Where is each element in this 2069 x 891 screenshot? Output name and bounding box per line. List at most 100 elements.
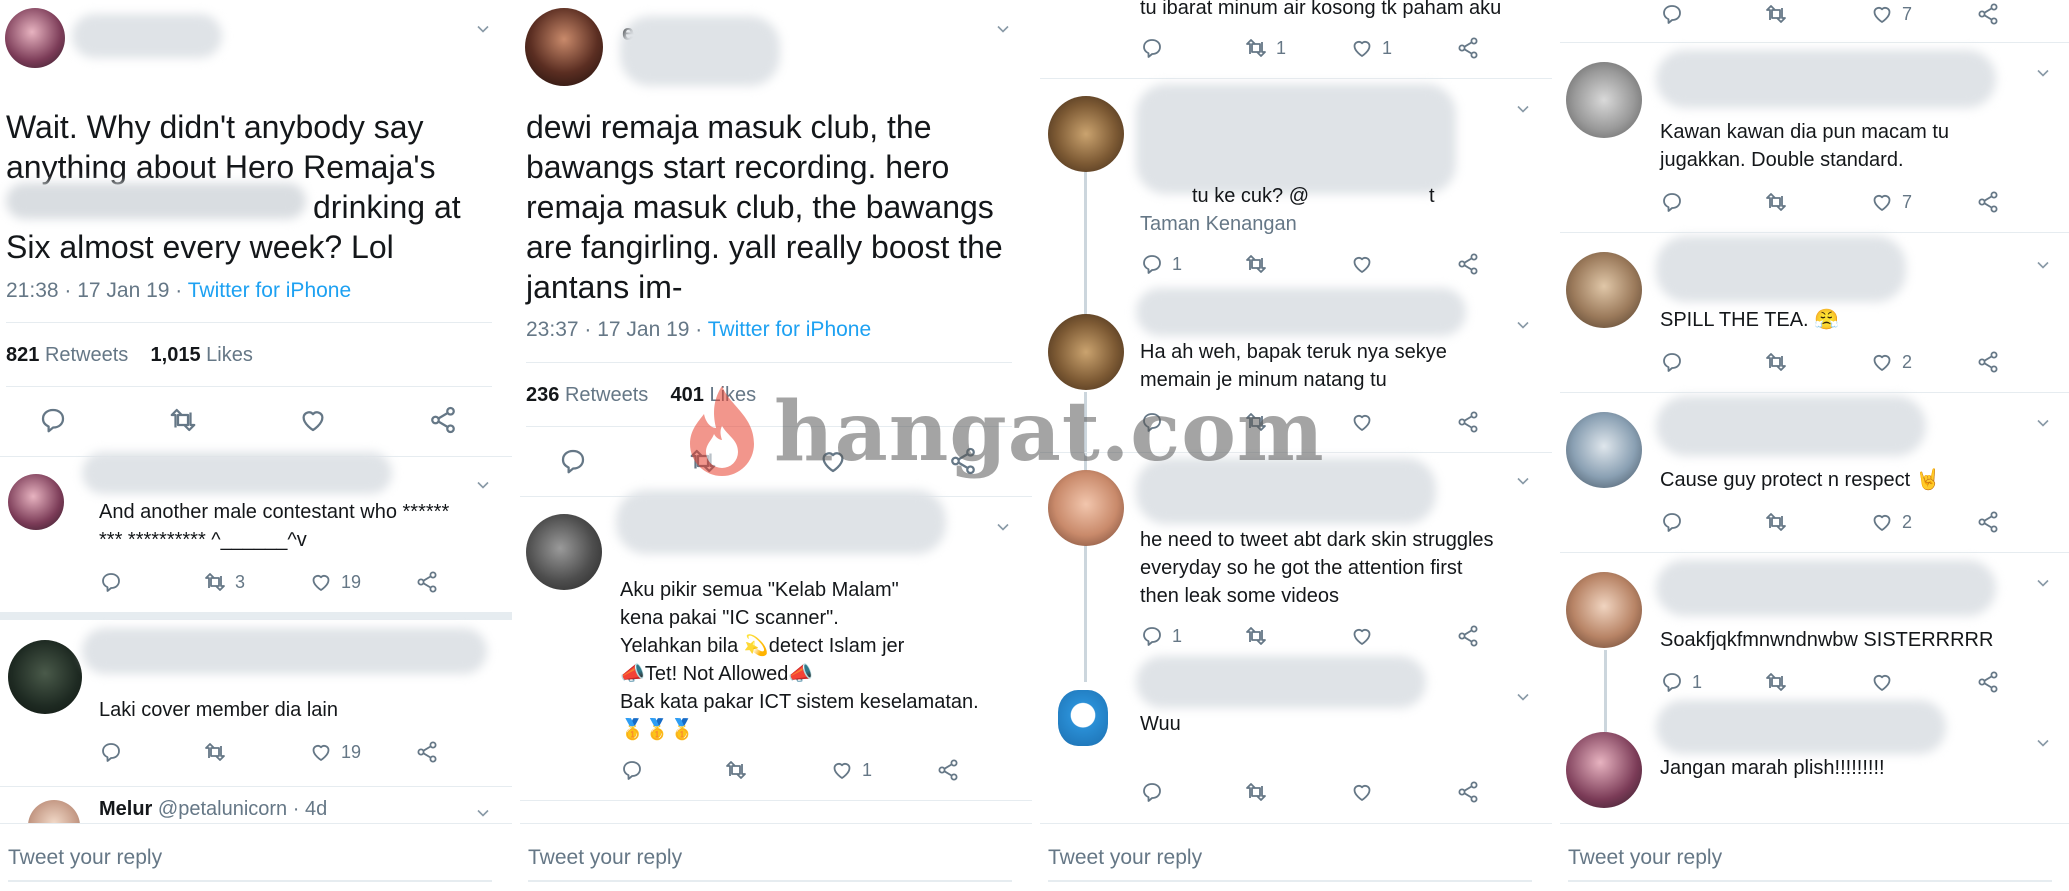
reply-composer[interactable]: Tweet your reply [1040,823,1552,891]
reply-name-blurred [1656,560,1996,616]
reply-button[interactable] [38,405,68,435]
retweet-button[interactable]: 3 [203,570,245,594]
like-button[interactable] [1350,410,1374,434]
chevron-down-icon[interactable] [1516,318,1530,332]
like-button[interactable] [1350,624,1374,648]
like-button[interactable] [1870,670,1894,694]
share-button[interactable] [1976,2,2000,26]
reply-button[interactable] [558,446,588,476]
reply-avatar[interactable] [8,640,82,714]
chevron-down-icon[interactable] [2036,66,2050,80]
share-button[interactable] [1976,670,2000,694]
like-button[interactable] [298,405,328,435]
like-button[interactable]: 19 [309,740,361,764]
retweet-button[interactable] [1244,624,1268,648]
reply-button[interactable] [1140,36,1164,60]
reply-avatar[interactable] [1566,252,1642,328]
reply-button[interactable]: 1 [1660,670,1702,694]
reply-button[interactable] [1660,350,1684,374]
retweet-button[interactable] [1764,190,1788,214]
retweet-button[interactable] [168,405,198,435]
chevron-down-icon[interactable] [476,806,490,820]
share-button[interactable] [1976,510,2000,534]
retweet-button[interactable] [1764,350,1788,374]
retweet-button[interactable] [1244,780,1268,804]
tweet-stats[interactable]: 821 Retweets 1,015 Likes [6,344,253,367]
share-button[interactable] [428,405,458,435]
share-button[interactable] [1456,410,1480,434]
author-avatar[interactable] [5,8,65,68]
share-button[interactable] [936,758,960,782]
reply-avatar[interactable] [1566,572,1642,648]
retweet-button[interactable] [1244,252,1268,276]
reply-composer[interactable]: Tweet your reply [0,823,512,891]
share-button[interactable] [1976,190,2000,214]
reply-button[interactable] [99,570,123,594]
chevron-down-icon[interactable] [2036,258,2050,272]
reply-button[interactable] [1660,510,1684,534]
like-button[interactable] [1350,252,1374,276]
like-button[interactable]: 1 [1350,36,1392,60]
tweet-source-link[interactable]: Twitter for iPhone [188,279,351,302]
like-button[interactable]: 7 [1870,190,1912,214]
retweet-button[interactable] [724,758,748,782]
reply-input-placeholder[interactable]: Tweet your reply [528,846,682,870]
retweet-button[interactable] [1764,510,1788,534]
reply-composer[interactable]: Tweet your reply [1560,823,2069,891]
reply-input-placeholder[interactable]: Tweet your reply [1568,846,1722,870]
reply-input-placeholder[interactable]: Tweet your reply [8,846,162,870]
like-button[interactable]: 1 [830,758,872,782]
chevron-down-icon[interactable] [476,478,490,492]
chevron-down-icon[interactable] [1516,690,1530,704]
reply-avatar[interactable] [1566,412,1642,488]
reply-avatar[interactable] [526,514,602,590]
retweet-button[interactable]: 1 [1244,36,1286,60]
share-icon [1456,624,1480,648]
reply-author[interactable]: Melur @petalunicorn · 4d [99,798,327,821]
retweet-button[interactable] [203,740,227,764]
reply-avatar[interactable] [1566,732,1642,808]
share-icon [1976,350,2000,374]
like-button[interactable]: 7 [1870,2,1912,26]
reply-avatar[interactable] [8,474,64,530]
reply-input-placeholder[interactable]: Tweet your reply [1048,846,1202,870]
reply-avatar[interactable] [1048,96,1124,172]
share-button[interactable] [1456,624,1480,648]
share-button[interactable] [415,740,439,764]
reply-button[interactable]: 1 [1140,252,1182,276]
share-button[interactable] [1456,252,1480,276]
chevron-down-icon[interactable] [1516,474,1530,488]
divider [1040,78,1552,79]
like-button[interactable]: 2 [1870,510,1912,534]
chevron-down-icon[interactable] [2036,416,2050,430]
chevron-down-icon[interactable] [476,22,490,36]
share-button[interactable] [1456,780,1480,804]
reply-avatar[interactable] [1058,690,1108,746]
reply-button[interactable]: 1 [1140,624,1182,648]
like-button[interactable]: 19 [309,570,361,594]
reply-button[interactable] [1140,780,1164,804]
like-button[interactable]: 2 [1870,350,1912,374]
author-avatar[interactable] [525,8,603,86]
reply-button[interactable] [1660,190,1684,214]
share-button[interactable] [1976,350,2000,374]
heart-icon [1870,350,1894,374]
share-button[interactable] [415,570,439,594]
retweet-button[interactable] [1764,670,1788,694]
reply-button[interactable] [620,758,644,782]
chevron-down-icon[interactable] [2036,576,2050,590]
chevron-down-icon[interactable] [2036,736,2050,750]
share-button[interactable] [1456,36,1480,60]
reply-avatar[interactable] [1566,62,1642,138]
reply-avatar[interactable] [1048,314,1124,390]
chevron-down-icon[interactable] [996,22,1010,36]
share-icon [428,405,458,435]
like-button[interactable] [1350,780,1374,804]
reply-button[interactable] [99,740,123,764]
chevron-down-icon[interactable] [1516,102,1530,116]
reply-button[interactable] [1660,2,1684,26]
tweet-source-link[interactable]: Twitter for iPhone [708,318,871,341]
reply-composer[interactable]: Tweet your reply [520,823,1032,891]
chevron-down-icon[interactable] [996,520,1010,534]
retweet-button[interactable] [1764,2,1788,26]
